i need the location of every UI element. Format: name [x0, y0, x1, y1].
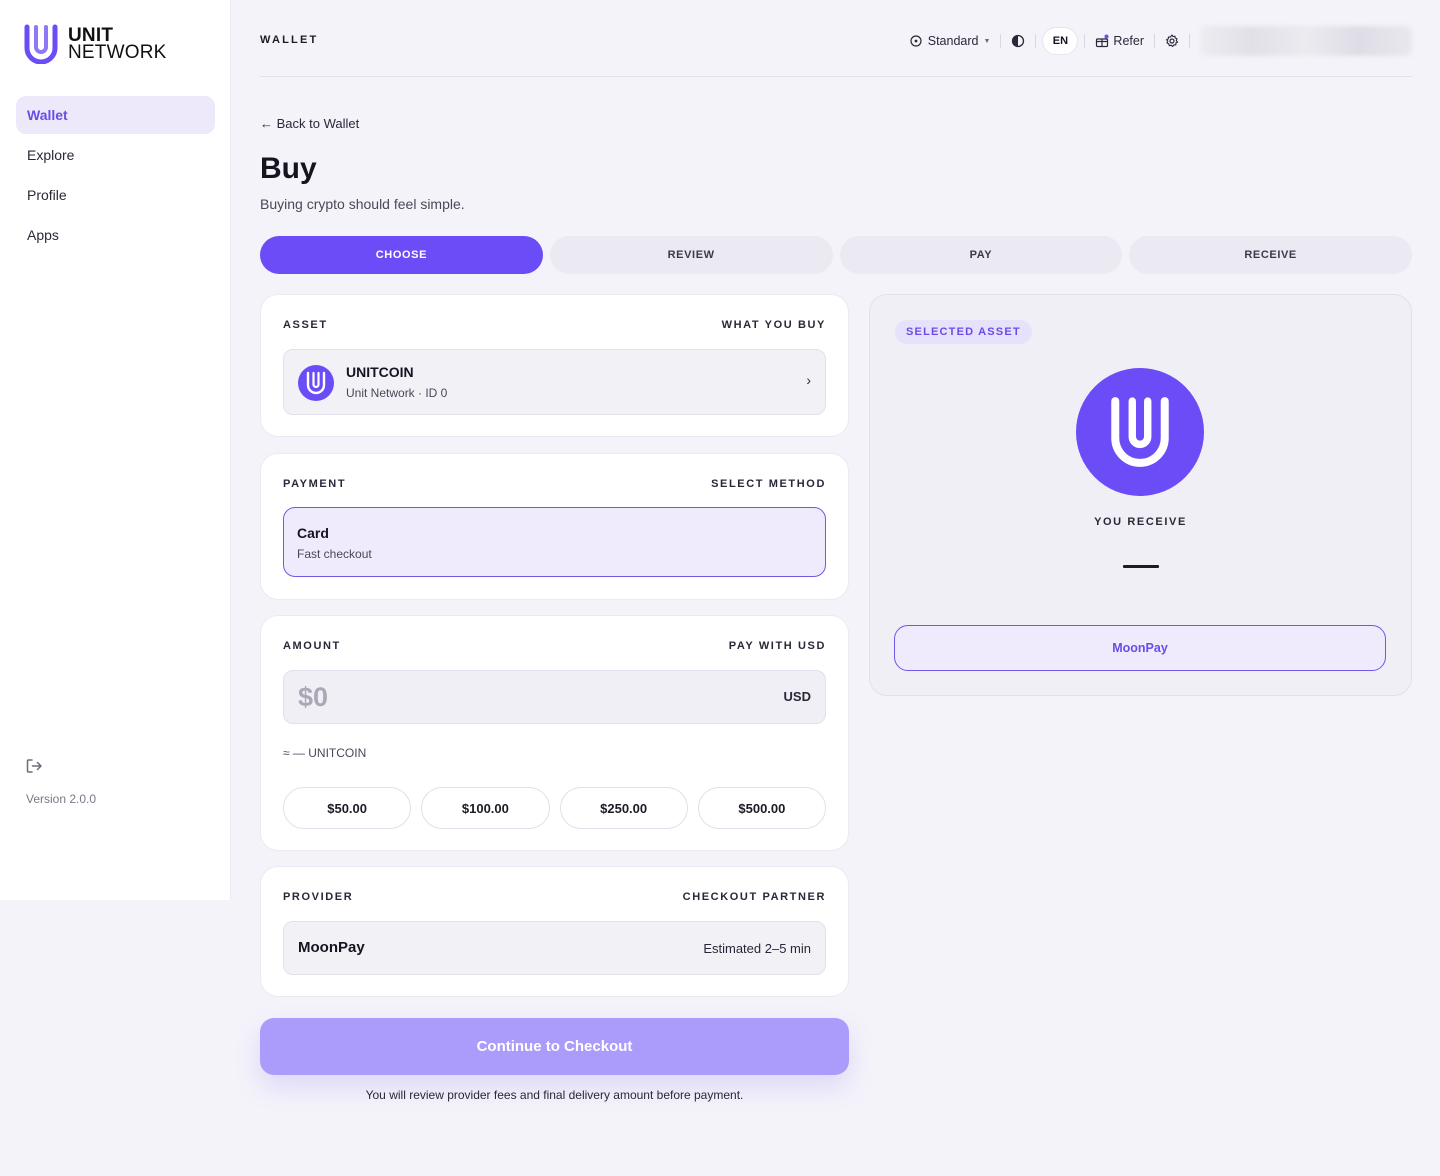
- amount-presets: $50.00 $100.00 $250.00 $500.00: [283, 787, 826, 829]
- selected-asset-panel: SELECTED ASSET YOU RECEIVE MoonPay: [869, 294, 1412, 696]
- header-actions: Standard ▼ EN Refer: [910, 26, 1412, 56]
- asset-card: ASSET WHAT YOU BUY UNITCOIN Unit Network…: [260, 294, 849, 437]
- asset-selector[interactable]: UNITCOIN Unit Network · ID 0 ›: [283, 349, 826, 415]
- divider: [1189, 34, 1190, 48]
- divider: [1084, 34, 1086, 48]
- clock-icon: [910, 35, 922, 47]
- selected-asset-badge: SELECTED ASSET: [895, 320, 1032, 344]
- provider-card: PROVIDER CHECKOUT PARTNER MoonPay Estima…: [260, 866, 849, 997]
- sidebar-item-apps[interactable]: Apps: [16, 216, 215, 254]
- logout-icon[interactable]: [25, 757, 43, 775]
- amount-card-header: AMOUNT PAY WITH USD: [283, 640, 826, 652]
- preset-250-button[interactable]: $250.00: [559, 787, 688, 829]
- payment-method-subtitle: Fast checkout: [297, 547, 372, 561]
- gear-icon[interactable]: [1165, 34, 1179, 48]
- page-subtitle: Buying crypto should feel simple.: [260, 196, 465, 212]
- asset-name: UNITCOIN: [346, 364, 414, 380]
- payment-heading: PAYMENT: [283, 478, 347, 490]
- continue-to-checkout-button[interactable]: Continue to Checkout: [260, 1018, 849, 1075]
- amount-input[interactable]: [298, 681, 718, 713]
- back-to-wallet-link[interactable]: ← Back to Wallet: [260, 116, 359, 131]
- receive-amount-placeholder: [1123, 565, 1159, 568]
- mode-label: Standard: [927, 34, 979, 48]
- preset-50-button[interactable]: $50.00: [283, 787, 412, 829]
- sidebar-nav: Wallet Explore Profile Apps: [16, 96, 215, 256]
- payment-method-card[interactable]: Card Fast checkout: [283, 507, 826, 577]
- unitcoin-logo-icon: [298, 365, 334, 401]
- provider-heading-right: CHECKOUT PARTNER: [682, 891, 826, 903]
- divider: [1000, 34, 1002, 48]
- approx-conversion: ≈ — UNITCOIN: [283, 746, 367, 760]
- refer-button[interactable]: Refer: [1095, 34, 1144, 48]
- sidebar-item-wallet[interactable]: Wallet: [16, 96, 215, 134]
- unitcoin-large-logo-icon: [1076, 368, 1204, 496]
- divider: [1035, 34, 1037, 48]
- you-receive-label: YOU RECEIVE: [1094, 516, 1187, 528]
- step-receive[interactable]: RECEIVE: [1129, 236, 1412, 274]
- account-address[interactable]: [1200, 26, 1412, 56]
- provider-heading: PROVIDER: [283, 891, 354, 903]
- caret-down-icon: ▼: [983, 37, 991, 45]
- amount-field: USD: [283, 670, 826, 724]
- brand-line2: NETWORK: [68, 42, 167, 63]
- asset-heading: ASSET: [283, 319, 328, 331]
- checkout-note: You will review provider fees and final …: [365, 1088, 744, 1102]
- asset-heading-right: WHAT YOU BUY: [721, 319, 826, 331]
- payment-card: PAYMENT SELECT METHOD Card Fast checkout: [260, 453, 849, 600]
- step-pay[interactable]: PAY: [839, 236, 1123, 274]
- payment-card-header: PAYMENT SELECT METHOD: [283, 478, 826, 490]
- amount-card: AMOUNT PAY WITH USD USD ≈ — UNITCOIN $50…: [260, 615, 849, 851]
- sidebar-item-explore[interactable]: Explore: [16, 136, 215, 174]
- provider-estimate: Estimated 2–5 min: [703, 941, 811, 956]
- refer-label: Refer: [1113, 34, 1144, 48]
- unit-network-logo-icon: [24, 24, 58, 64]
- step-review[interactable]: REVIEW: [549, 236, 833, 274]
- sidebar-item-profile[interactable]: Profile: [16, 176, 215, 214]
- gift-icon: [1096, 34, 1109, 48]
- language-button[interactable]: EN: [1042, 27, 1079, 55]
- payment-method-name: Card: [297, 525, 329, 541]
- step-tabs: CHOOSE REVIEW PAY RECEIVE: [260, 236, 1412, 274]
- brand-wordmark: UNIT NETWORK: [68, 26, 167, 63]
- chevron-right-icon: ›: [806, 372, 811, 388]
- header-title: WALLET: [260, 34, 319, 46]
- provider-name: MoonPay: [298, 939, 365, 956]
- version-label: Version 2.0.0: [26, 792, 97, 806]
- provider-card-header: PROVIDER CHECKOUT PARTNER: [283, 891, 826, 903]
- brand-logo[interactable]: UNIT NETWORK: [23, 24, 167, 64]
- step-choose[interactable]: CHOOSE: [260, 236, 543, 274]
- provider-option[interactable]: MoonPay Estimated 2–5 min: [283, 921, 826, 975]
- amount-heading-right: PAY WITH USD: [728, 640, 826, 652]
- sidebar: UNIT NETWORK Wallet Explore Profile Apps…: [0, 0, 231, 900]
- moonpay-provider-button[interactable]: MoonPay: [894, 625, 1386, 671]
- payment-heading-right: SELECT METHOD: [711, 478, 826, 490]
- page-title: Buy: [260, 152, 317, 185]
- divider: [1154, 34, 1155, 48]
- theme-toggle-icon[interactable]: [1011, 34, 1025, 48]
- mode-selector[interactable]: Standard ▼: [910, 34, 991, 48]
- asset-subtitle: Unit Network · ID 0: [346, 386, 448, 400]
- preset-100-button[interactable]: $100.00: [421, 787, 550, 829]
- asset-card-header: ASSET WHAT YOU BUY: [283, 319, 826, 331]
- top-header: WALLET Standard ▼ EN Refer: [260, 0, 1412, 77]
- currency-label: USD: [783, 689, 811, 704]
- amount-heading: AMOUNT: [283, 640, 341, 652]
- preset-500-button[interactable]: $500.00: [697, 787, 826, 829]
